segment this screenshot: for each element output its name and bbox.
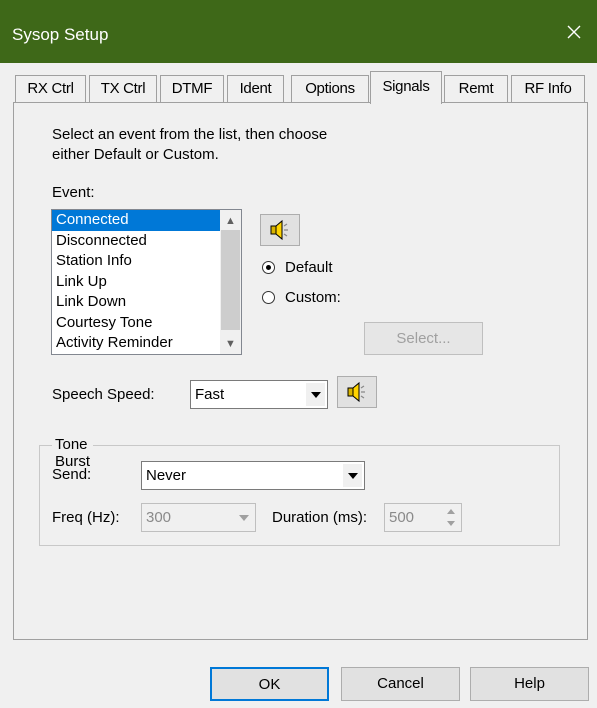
list-item[interactable]: Activity Reminder	[52, 333, 241, 354]
send-value: Never	[146, 467, 187, 484]
ok-button[interactable]: OK	[210, 667, 329, 701]
speech-speed-value: Fast	[195, 386, 225, 403]
speech-speed-label: Speech Speed:	[52, 386, 155, 403]
list-item[interactable]: Courtesy Tone	[52, 313, 241, 334]
duration-spinner[interactable]: 500	[384, 503, 462, 532]
chevron-down-icon[interactable]	[343, 464, 362, 487]
freq-value: 300	[146, 509, 172, 526]
signals-panel	[13, 102, 588, 640]
tab-remt[interactable]: Remt	[444, 75, 508, 102]
tab-ident[interactable]: Ident	[227, 75, 284, 102]
freq-label: Freq (Hz):	[52, 509, 120, 526]
list-item[interactable]: Link Up	[52, 272, 241, 293]
instruction-line-2: either Default or Custom.	[52, 146, 219, 163]
title-bar: Sysop Setup	[0, 0, 597, 63]
list-item[interactable]: Connected	[52, 210, 241, 231]
tab-dtmf[interactable]: DTMF	[160, 75, 224, 102]
chevron-down-icon[interactable]	[306, 383, 325, 406]
duration-value: 500	[389, 509, 415, 526]
play-event-button[interactable]	[260, 214, 300, 246]
help-button[interactable]: Help	[470, 667, 589, 701]
freq-select[interactable]: 300	[141, 503, 256, 532]
tab-tx-ctrl[interactable]: TX Ctrl	[89, 75, 157, 102]
play-speech-button[interactable]	[337, 376, 377, 408]
spin-up-icon[interactable]	[442, 506, 459, 517]
close-icon	[567, 25, 581, 38]
custom-radio-label: Custom:	[285, 289, 341, 306]
send-select[interactable]: Never	[141, 461, 365, 490]
scroll-up-icon[interactable]: ▲	[220, 212, 241, 230]
instruction-line-1: Select an event from the list, then choo…	[52, 126, 328, 143]
select-button[interactable]: Select...	[364, 322, 483, 355]
speaker-icon	[347, 381, 365, 403]
cancel-button[interactable]: Cancel	[341, 667, 460, 701]
window-title: Sysop Setup	[12, 25, 109, 44]
event-list-scrollbar[interactable]: ▲ ▼	[220, 210, 241, 354]
speaker-icon	[270, 219, 288, 241]
tab-rx-ctrl[interactable]: RX Ctrl	[15, 75, 86, 102]
spin-down-icon[interactable]	[442, 518, 459, 529]
list-item[interactable]: Disconnected	[52, 231, 241, 252]
tab-signals[interactable]: Signals	[370, 71, 442, 104]
tab-options[interactable]: Options	[291, 75, 369, 102]
event-label: Event:	[52, 184, 95, 201]
tab-rf-info[interactable]: RF Info	[511, 75, 585, 102]
default-radio-label: Default	[285, 259, 333, 276]
tone-burst-label: Tone Burst	[52, 436, 94, 470]
event-listbox[interactable]: Connected Disconnected Station Info Link…	[51, 209, 242, 355]
default-radio[interactable]	[262, 261, 275, 274]
list-item[interactable]: Link Down	[52, 292, 241, 313]
close-button[interactable]	[551, 0, 597, 63]
custom-radio[interactable]	[262, 291, 275, 304]
speech-speed-select[interactable]: Fast	[190, 380, 328, 409]
chevron-down-icon[interactable]	[234, 506, 253, 529]
duration-label: Duration (ms):	[272, 509, 368, 526]
list-item[interactable]: Station Info	[52, 251, 241, 272]
scroll-down-icon[interactable]: ▼	[220, 335, 241, 353]
send-label: Send:	[52, 466, 92, 483]
scroll-thumb[interactable]	[221, 230, 240, 330]
